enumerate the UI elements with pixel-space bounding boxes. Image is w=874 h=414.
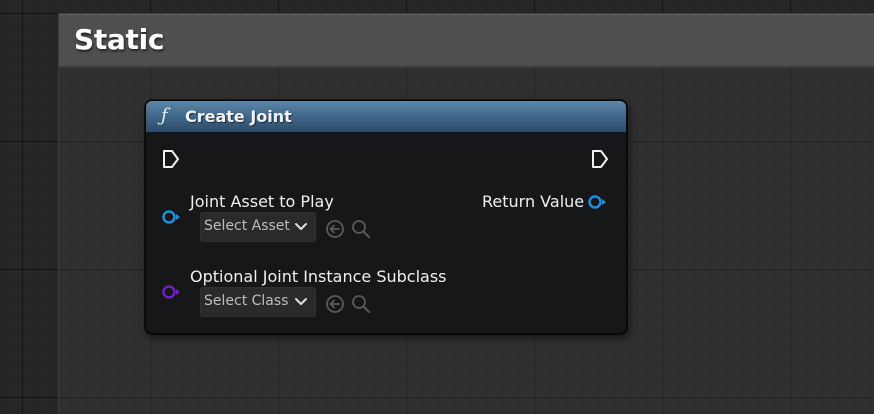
instance-subclass-pin-icon[interactable] (162, 284, 184, 300)
comment-title: Static (74, 23, 165, 56)
select-asset-dropdown[interactable]: Select Asset (200, 212, 316, 242)
select-class-dropdown[interactable]: Select Class (200, 287, 316, 317)
node-header[interactable]: ƒ Create Joint (146, 101, 626, 133)
joint-asset-label: Joint Asset to Play (190, 192, 334, 211)
function-icon: ƒ (161, 105, 168, 126)
chevron-down-icon (295, 298, 307, 305)
joint-asset-pin-icon[interactable] (162, 209, 184, 225)
browse-search-icon[interactable] (351, 219, 371, 239)
instance-subclass-label: Optional Joint Instance Subclass (190, 267, 447, 286)
select-class-text: Select Class (204, 293, 289, 309)
select-asset-text: Select Asset (204, 218, 290, 234)
browse-search-icon[interactable] (351, 294, 371, 314)
return-value-label: Return Value (482, 192, 585, 211)
comment-header[interactable]: Static (59, 14, 874, 68)
exec-in-pin-icon[interactable] (162, 149, 180, 169)
graph-canvas[interactable]: Static ƒ Create Joint Joint Asset to Pla… (0, 0, 874, 414)
use-selected-arrow-icon[interactable] (325, 294, 345, 314)
return-value-pin-icon[interactable] (588, 194, 610, 210)
use-selected-arrow-icon[interactable] (325, 219, 345, 239)
create-joint-node[interactable]: ƒ Create Joint Joint Asset to Play Selec… (145, 100, 627, 334)
chevron-down-icon (295, 223, 307, 230)
exec-out-pin-icon[interactable] (591, 149, 609, 169)
node-title: Create Joint (185, 107, 292, 126)
